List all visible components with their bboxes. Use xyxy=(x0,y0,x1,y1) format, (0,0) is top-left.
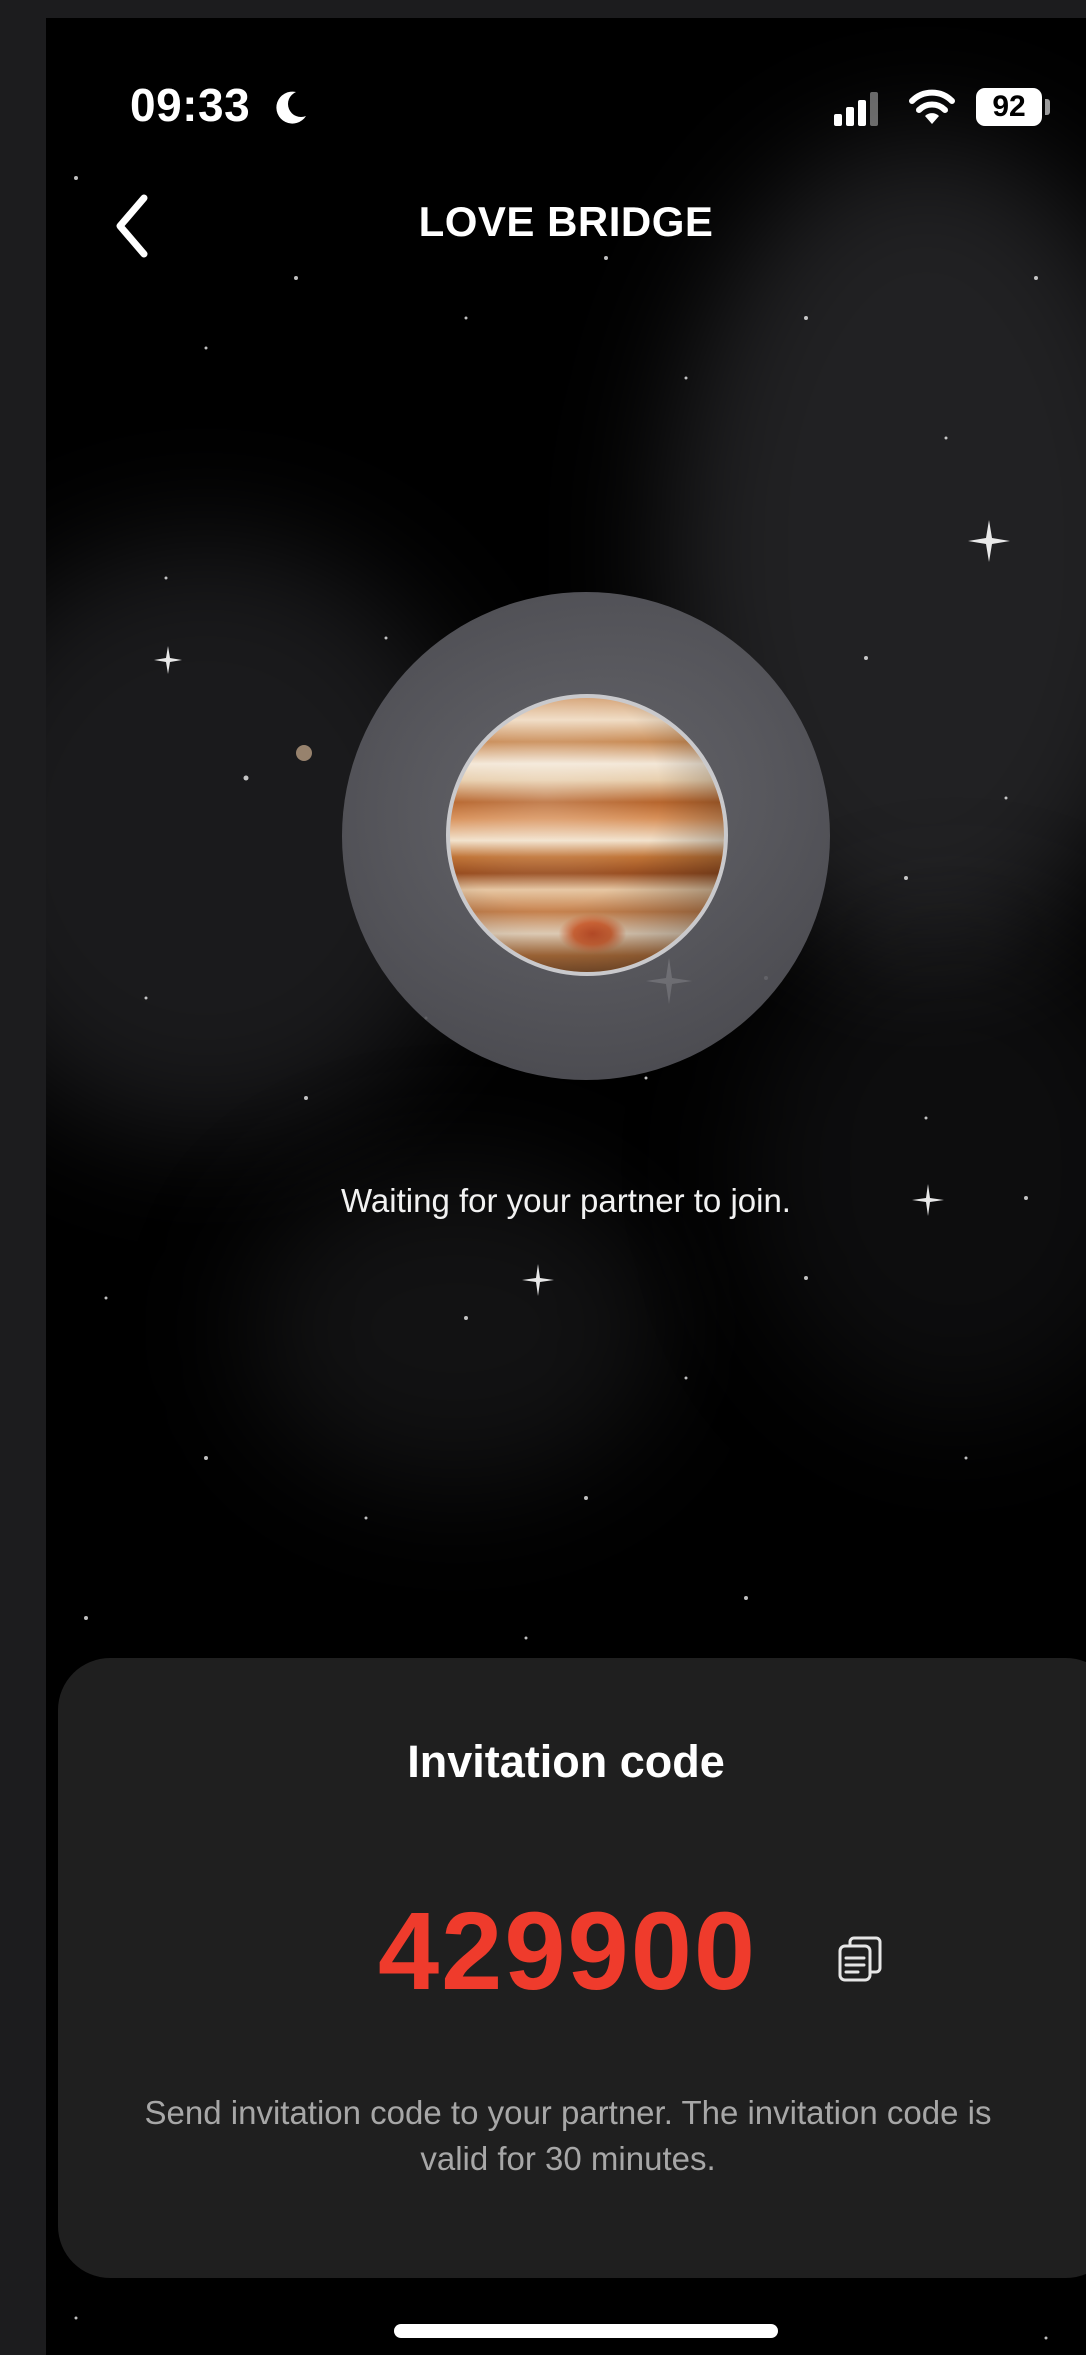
device-frame: 09:33 92 LOVE BRIDGE Waiting for your pa… xyxy=(0,0,1086,2355)
invitation-code[interactable]: 429900 xyxy=(378,1888,757,2015)
copy-icon xyxy=(838,1936,882,1982)
wifi-icon xyxy=(909,89,955,124)
waiting-status-text: Waiting for your partner to join. xyxy=(341,1182,791,1219)
signal-icon xyxy=(834,92,878,126)
moon-icon xyxy=(276,91,306,124)
home-indicator[interactable] xyxy=(394,2324,778,2338)
battery-tip xyxy=(1045,99,1050,115)
invitation-description: Send invitation code to your partner. Th… xyxy=(144,2094,992,2177)
page-title: LOVE BRIDGE xyxy=(418,198,714,245)
app-screen: 09:33 92 LOVE BRIDGE Waiting for your pa… xyxy=(46,18,1086,2355)
invitation-card: Invitation code 429900 Send invitation c… xyxy=(58,1658,1086,2278)
jupiter-planet-image xyxy=(446,694,728,976)
battery-icon: 92 xyxy=(976,88,1042,126)
invitation-title: Invitation code xyxy=(407,1736,725,1787)
copy-code-button[interactable] xyxy=(834,1934,886,1986)
status-time: 09:33 xyxy=(130,79,251,131)
